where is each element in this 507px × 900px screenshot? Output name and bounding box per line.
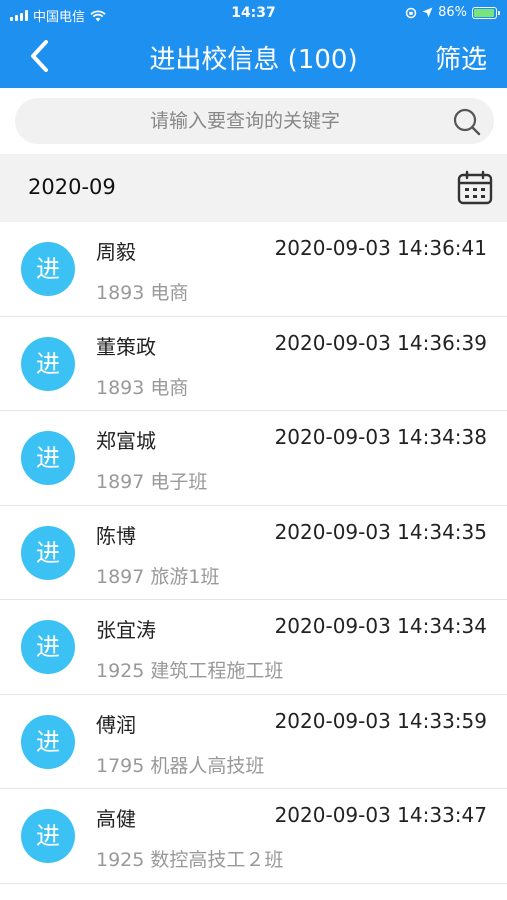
list-item[interactable]: 进郑富城 1897 电子班 2020-09-03 14:34:38 <box>0 411 507 506</box>
entry-badge: 进 <box>21 809 75 863</box>
list-item[interactable]: 进董策政 1893 电商 2020-09-03 14:36:39 <box>0 316 507 411</box>
entry-time: 2020-09-03 14:34:35 <box>274 519 487 544</box>
student-name: 郑富城 <box>96 429 156 453</box>
class-label: 1897 旅游1班 <box>96 565 220 588</box>
student-name: 张宜涛 <box>96 618 156 642</box>
entry-badge: 进 <box>21 336 75 391</box>
location-icon <box>422 7 433 18</box>
month-label: 2020-09 <box>28 175 116 199</box>
calendar-icon[interactable] <box>457 170 493 206</box>
class-label: 1897 电子班 <box>96 471 208 493</box>
entry-badge: 进 <box>21 242 75 296</box>
entry-time: 2020-09-03 14:36:41 <box>274 236 487 260</box>
top-bar: 中国电信 14:37 86% 进出校信息 (100) 筛选 <box>0 0 507 88</box>
screen: 中国电信 14:37 86% 进出校信息 (100) 筛选 请输入要查询的关键字… <box>0 0 507 900</box>
entry-badge: 进 <box>21 714 75 769</box>
status-bar: 中国电信 14:37 86% <box>0 0 507 28</box>
student-name: 傅润 <box>96 712 136 737</box>
list-item[interactable]: 进陈博 1897 旅游1班 2020-09-03 14:34:35 <box>0 505 507 600</box>
student-name: 周毅 <box>96 240 136 264</box>
entry-time: 2020-09-03 14:33:47 <box>274 803 487 827</box>
list-item[interactable]: 进傅润 1795 机器人高技班 2020-09-03 14:33:59 <box>0 694 507 789</box>
entry-time: 2020-09-03 14:36:39 <box>274 330 487 355</box>
entry-time: 2020-09-03 14:33:59 <box>274 708 487 733</box>
entry-badge: 进 <box>21 620 75 674</box>
student-name: 董策政 <box>96 334 156 359</box>
search-input[interactable] <box>15 98 455 144</box>
class-label: 1893 电商 <box>96 376 189 399</box>
filter-button[interactable]: 筛选 <box>435 39 487 76</box>
status-right: 86% <box>405 5 500 20</box>
list-item[interactable]: 进高健 1925 数控高技工２班 2020-09-03 14:33:47 <box>0 789 507 884</box>
class-label: 1925 建筑工程施工班 <box>96 660 284 682</box>
entry-badge: 进 <box>21 431 75 485</box>
entry-time: 2020-09-03 14:34:34 <box>274 614 487 638</box>
entry-time: 2020-09-03 14:34:38 <box>274 425 487 449</box>
battery-percent: 86% <box>438 5 467 20</box>
nav-bar: 进出校信息 (100) 筛选 <box>0 28 507 88</box>
student-name: 高健 <box>96 807 136 831</box>
list-item[interactable]: 进周毅 1893 电商 2020-09-03 14:36:41 <box>0 222 507 317</box>
month-header: 2020-09 <box>0 154 507 222</box>
class-label: 1795 机器人高技班 <box>96 754 265 777</box>
student-name: 陈博 <box>96 523 136 548</box>
page-title: 进出校信息 (100) <box>149 45 358 75</box>
class-label: 1925 数控高技工２班 <box>96 849 284 871</box>
search-icon[interactable] <box>452 107 482 137</box>
class-label: 1893 电商 <box>96 282 189 304</box>
lock-rotation-icon <box>405 7 417 18</box>
search-section <box>0 88 507 154</box>
entry-badge: 进 <box>21 525 75 580</box>
search-box[interactable] <box>15 98 494 144</box>
battery-icon <box>472 6 500 19</box>
record-list: 进周毅 1893 电商 2020-09-03 14:36:41 进董策政 1893 电商… <box>0 222 507 884</box>
list-item[interactable]: 进张宜涛 1925 建筑工程施工班 2020-09-03 14:34:34 <box>0 600 507 695</box>
